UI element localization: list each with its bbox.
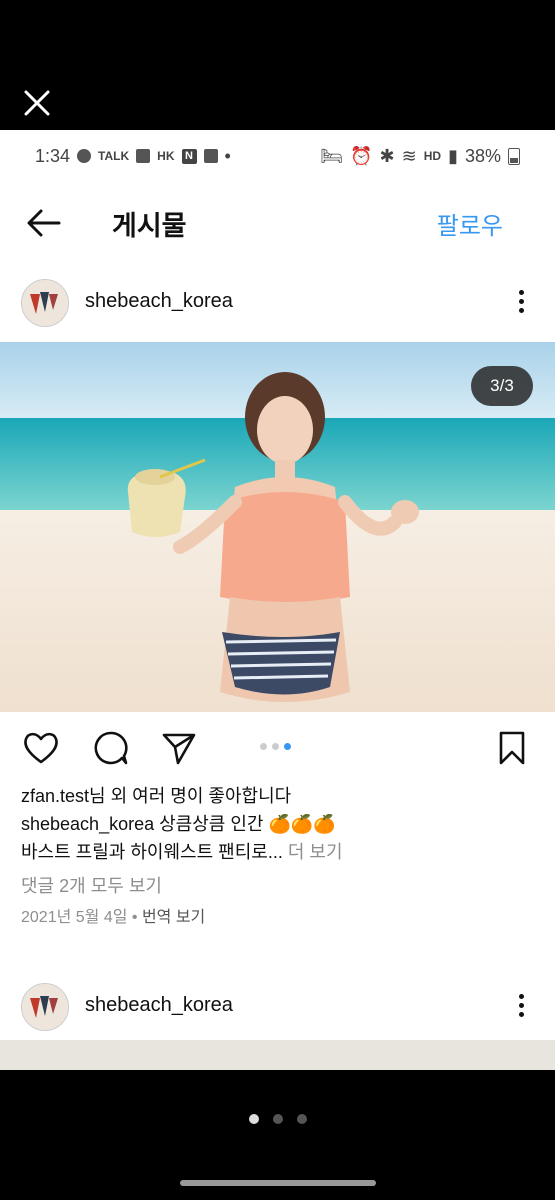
caption-line: shebeach_korea 상큼상큼 인간 🍊🍊🍊 (21, 810, 534, 838)
more-notifications-icon: • (224, 145, 231, 166)
comment-icon[interactable] (92, 729, 130, 767)
caption-text: 상큼상큼 인간 🍊🍊🍊 (159, 814, 336, 834)
carousel-dot (272, 743, 279, 750)
caption-username[interactable]: shebeach_korea (21, 814, 154, 834)
bed-icon: 🛏 (320, 145, 344, 166)
talk-badge: TALK (98, 149, 130, 163)
post-username[interactable]: shebeach_korea (85, 290, 233, 313)
follow-button[interactable]: 팔로우 (437, 206, 503, 241)
bookmark-icon[interactable] (493, 729, 531, 767)
home-indicator[interactable] (180, 1180, 376, 1186)
battery-percent: 38% (464, 145, 501, 166)
more-vert-icon[interactable] (519, 290, 525, 314)
likes-text[interactable]: zfan.test님 외 여러 명이 좋아합니다 (21, 782, 534, 810)
naver-badge: N (181, 148, 197, 164)
heart-icon[interactable] (22, 729, 60, 767)
page-title: 게시물 (112, 211, 187, 241)
bluetooth-icon: ✱ (379, 145, 395, 166)
status-bar: 1:34 TALK HK N • 🛏 ⏰ ✱ ≋ HD ▮ 38% (0, 130, 555, 182)
battery-icon (508, 147, 520, 165)
next-post-photo[interactable] (0, 1040, 555, 1070)
view-comments-link[interactable]: 댓글 2개 모두 보기 (21, 872, 534, 900)
viewer-dot (297, 1114, 307, 1124)
close-icon[interactable] (22, 88, 52, 118)
post-actions (0, 712, 555, 782)
screenshot-content: 1:34 TALK HK N • 🛏 ⏰ ✱ ≋ HD ▮ 38% 게시물 팔로… (0, 130, 555, 1070)
message-icon (203, 149, 218, 163)
translate-link[interactable]: 번역 보기 (142, 909, 205, 926)
wifi-icon: ≋ (401, 145, 417, 166)
viewer-dot (273, 1114, 283, 1124)
avatar[interactable] (21, 279, 69, 327)
alarm-icon: ⏰ (350, 145, 373, 166)
hd-voice-badge: HD (423, 149, 442, 163)
viewer-dot-active (249, 1114, 259, 1124)
message-icon (136, 149, 151, 163)
post-caption-area: zfan.test님 외 여러 명이 좋아합니다 shebeach_korea … (0, 782, 555, 932)
hk-badge: HK (157, 149, 175, 163)
separator-dot: • (131, 909, 142, 926)
back-arrow-icon[interactable] (25, 204, 63, 242)
photo-page-indicator: 3/3 (471, 366, 533, 406)
signal-icon: ▮ (448, 145, 458, 166)
post-header: shebeach_korea (0, 262, 555, 342)
carousel-dot (260, 743, 267, 750)
carousel-dots (260, 743, 291, 750)
viewer-page-dots (249, 1114, 307, 1124)
next-post-username[interactable]: shebeach_korea (85, 994, 233, 1017)
more-link[interactable]: 더 보기 (288, 842, 343, 862)
more-vert-icon[interactable] (519, 994, 525, 1018)
share-icon[interactable] (160, 729, 198, 767)
post-photo[interactable]: 3/3 (0, 342, 555, 712)
caption-line-2: 바스트 프릴과 하이웨스트 팬티로... 더 보기 (21, 838, 534, 866)
avatar[interactable] (21, 983, 69, 1031)
status-time: 1:34 (35, 145, 71, 166)
post-meta: 2021년 5월 4일 • 번역 보기 (21, 904, 534, 932)
app-header: 게시물 팔로우 (0, 182, 555, 262)
next-post-header: shebeach_korea (0, 966, 555, 1046)
caption-text-2: 바스트 프릴과 하이웨스트 팬티로... (21, 842, 283, 862)
carousel-dot-active (284, 743, 291, 750)
post-date: 2021년 5월 4일 (21, 909, 128, 926)
dnd-icon (77, 149, 92, 163)
